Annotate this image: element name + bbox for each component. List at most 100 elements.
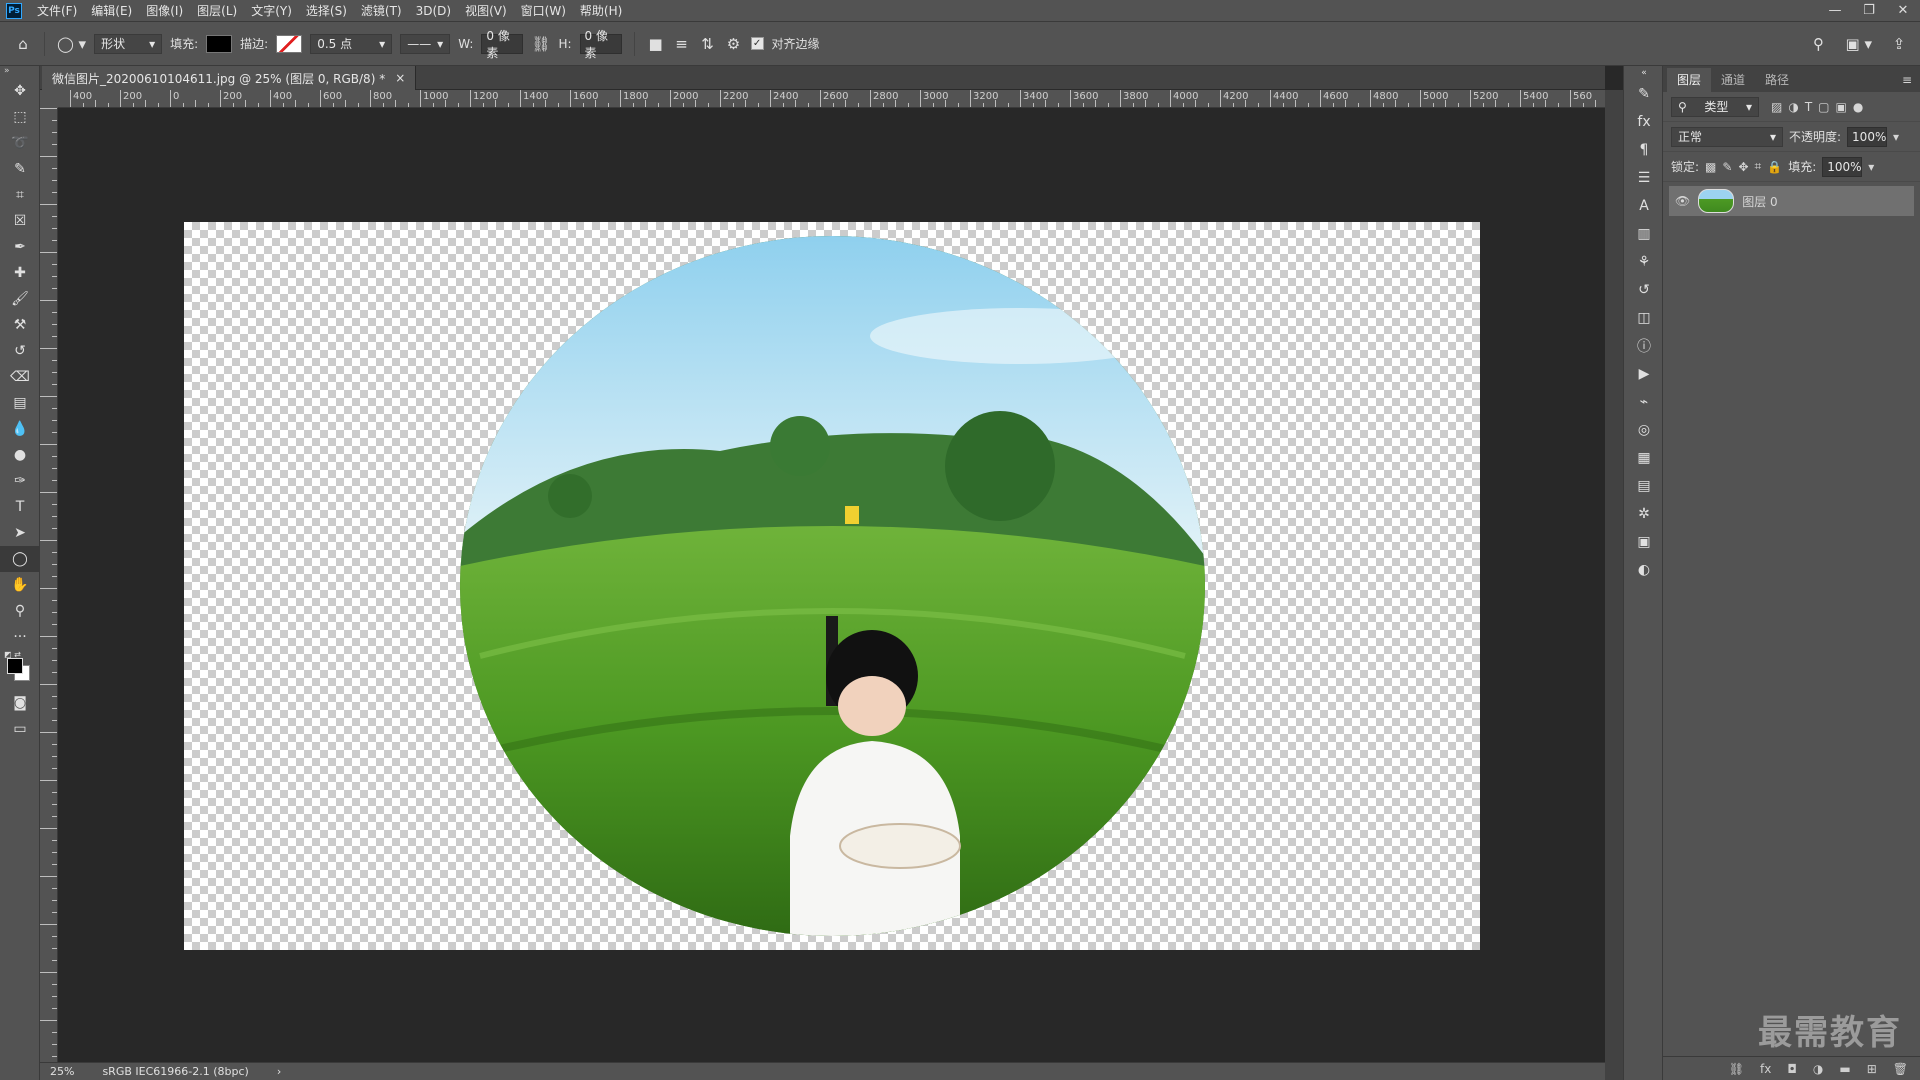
- layer-row[interactable]: 👁 图层 0: [1669, 186, 1914, 216]
- blend-mode-select[interactable]: 正常 ▾: [1671, 126, 1783, 147]
- 3d-icon[interactable]: ◎: [1624, 416, 1664, 444]
- chevron-down-icon[interactable]: ▾: [1893, 130, 1899, 144]
- new-adjustment-layer-icon[interactable]: ◑: [1813, 1062, 1823, 1076]
- brush-settings-icon[interactable]: ✎: [1624, 80, 1664, 108]
- opacity-input[interactable]: 100%: [1847, 126, 1888, 147]
- paths-icon[interactable]: ⌁: [1624, 388, 1664, 416]
- filter-adjustment-icon[interactable]: ◑: [1788, 100, 1798, 114]
- filter-type-icon[interactable]: T: [1805, 100, 1812, 114]
- pen-tool-icon[interactable]: ✑: [0, 468, 40, 494]
- path-alignment-icon[interactable]: ≡: [673, 35, 691, 53]
- menu-window[interactable]: 窗口(W): [514, 0, 573, 22]
- lock-artboard-icon[interactable]: ⌗: [1755, 159, 1762, 174]
- zoom-tool-icon[interactable]: ⚲: [0, 598, 40, 624]
- fill-input[interactable]: 100%: [1822, 156, 1863, 177]
- stroke-color-swatch[interactable]: [276, 34, 303, 53]
- menu-help[interactable]: 帮助(H): [573, 0, 629, 22]
- close-button[interactable]: ✕: [1886, 3, 1920, 18]
- foreground-color[interactable]: [7, 658, 23, 674]
- color-icon[interactable]: ◐: [1624, 556, 1664, 584]
- collapse-icon[interactable]: «: [1624, 66, 1664, 80]
- menu-select[interactable]: 选择(S): [299, 0, 354, 22]
- ruler-origin[interactable]: [40, 90, 58, 108]
- lock-position-icon[interactable]: ✥: [1738, 160, 1748, 174]
- styles-icon[interactable]: fx: [1624, 108, 1664, 136]
- panel-menu-icon[interactable]: ≡: [1902, 68, 1920, 92]
- tool-mode-select[interactable]: 形状 ▾: [94, 33, 163, 54]
- move-tool-icon[interactable]: ✥: [0, 78, 40, 104]
- menu-layer[interactable]: 图层(L): [190, 0, 244, 22]
- clone-source-icon[interactable]: ⚘: [1624, 248, 1664, 276]
- history-icon[interactable]: ↺: [1624, 276, 1664, 304]
- path-arrangement-icon[interactable]: ⇅: [699, 35, 717, 53]
- new-layer-icon[interactable]: ⊞: [1867, 1062, 1877, 1076]
- hand-tool-icon[interactable]: ✋: [0, 572, 40, 598]
- lasso-tool-icon[interactable]: ➰: [0, 130, 40, 156]
- filter-shape-icon[interactable]: ▢: [1818, 100, 1829, 114]
- lock-transparent-icon[interactable]: ▩: [1705, 160, 1716, 174]
- gradient-tool-icon[interactable]: ▤: [0, 390, 40, 416]
- quick-mask-icon[interactable]: ◙: [0, 690, 40, 716]
- filter-toggle-icon[interactable]: ●: [1853, 100, 1863, 114]
- crop-tool-icon[interactable]: ⌗: [0, 182, 40, 208]
- more-tools-icon[interactable]: ···: [0, 624, 40, 650]
- channels-icon[interactable]: ◫: [1624, 304, 1664, 332]
- layer-style-icon[interactable]: fx: [1760, 1062, 1771, 1076]
- close-tab-icon[interactable]: ×: [395, 71, 405, 85]
- eyedropper-tool-icon[interactable]: ✒: [0, 234, 40, 260]
- height-input[interactable]: 0 像素: [579, 29, 622, 60]
- paragraph-icon[interactable]: ¶: [1624, 136, 1664, 164]
- minimize-button[interactable]: —: [1818, 3, 1852, 18]
- navigator-icon[interactable]: ▣: [1624, 528, 1664, 556]
- share-icon[interactable]: ⇪: [1890, 35, 1908, 53]
- width-input[interactable]: 0 像素: [481, 29, 524, 60]
- link-icon[interactable]: ⛓: [531, 35, 550, 53]
- search-icon[interactable]: ⚲: [1810, 35, 1828, 53]
- tab-paths[interactable]: 路径: [1755, 68, 1799, 92]
- eye-icon[interactable]: 👁: [1675, 194, 1690, 208]
- dodge-tool-icon[interactable]: ●: [0, 442, 40, 468]
- workspace-icon[interactable]: ▣ ▾: [1846, 35, 1872, 53]
- path-operations-icon[interactable]: ■: [647, 35, 665, 53]
- fill-color-swatch[interactable]: [206, 34, 233, 53]
- clone-stamp-tool-icon[interactable]: ⚒: [0, 312, 40, 338]
- frame-tool-icon[interactable]: ☒: [0, 208, 40, 234]
- blur-tool-icon[interactable]: 💧: [0, 416, 40, 442]
- eraser-tool-icon[interactable]: ⌫: [0, 364, 40, 390]
- delete-layer-icon[interactable]: 🗑: [1893, 1062, 1908, 1076]
- info-icon[interactable]: ⓘ: [1624, 332, 1664, 360]
- restore-button[interactable]: ❐: [1852, 3, 1886, 18]
- menu-3d[interactable]: 3D(D): [409, 0, 458, 22]
- gear-icon[interactable]: ⚙: [725, 35, 743, 53]
- chevron-down-icon[interactable]: ▾: [1868, 160, 1874, 174]
- layer-name[interactable]: 图层 0: [1742, 193, 1777, 210]
- type-tool-icon[interactable]: T: [0, 494, 40, 520]
- healing-brush-tool-icon[interactable]: ✚: [0, 260, 40, 286]
- grid-icon[interactable]: ▦: [1624, 444, 1664, 472]
- document-canvas[interactable]: [184, 222, 1480, 950]
- menu-edit[interactable]: 编辑(E): [84, 0, 139, 22]
- tab-channels[interactable]: 通道: [1711, 68, 1755, 92]
- link-layers-icon[interactable]: ⛓: [1729, 1062, 1744, 1076]
- ellipse-tool-preset-icon[interactable]: ◯ ▾: [57, 35, 86, 53]
- collapse-icon[interactable]: »: [0, 66, 39, 78]
- new-group-icon[interactable]: ▬: [1839, 1062, 1850, 1076]
- color-swatches[interactable]: ◩ ⇄: [0, 650, 40, 690]
- vertical-ruler[interactable]: [40, 108, 58, 1062]
- menu-file[interactable]: 文件(F): [30, 0, 84, 22]
- path-selection-tool-icon[interactable]: ➤: [0, 520, 40, 546]
- notes-icon[interactable]: ▤: [1624, 472, 1664, 500]
- align-edges-checkbox[interactable]: ✓: [750, 37, 764, 50]
- filter-kind-select[interactable]: ⚲ 类型 ▾: [1671, 96, 1759, 117]
- stroke-width-select[interactable]: 0.5 点 ▾: [310, 33, 393, 54]
- lock-pixels-icon[interactable]: ✎: [1722, 160, 1732, 174]
- quick-select-tool-icon[interactable]: ✎: [0, 156, 40, 182]
- libraries-icon[interactable]: ▥: [1624, 220, 1664, 248]
- stroke-type-select[interactable]: —— ▾: [400, 33, 451, 54]
- properties-icon[interactable]: ☰: [1624, 164, 1664, 192]
- menu-image[interactable]: 图像(I): [139, 0, 190, 22]
- add-mask-icon[interactable]: ◘: [1787, 1062, 1797, 1076]
- menu-view[interactable]: 视图(V): [458, 0, 514, 22]
- filter-pixel-icon[interactable]: ▨: [1771, 100, 1782, 114]
- home-icon[interactable]: ⌂: [14, 35, 32, 53]
